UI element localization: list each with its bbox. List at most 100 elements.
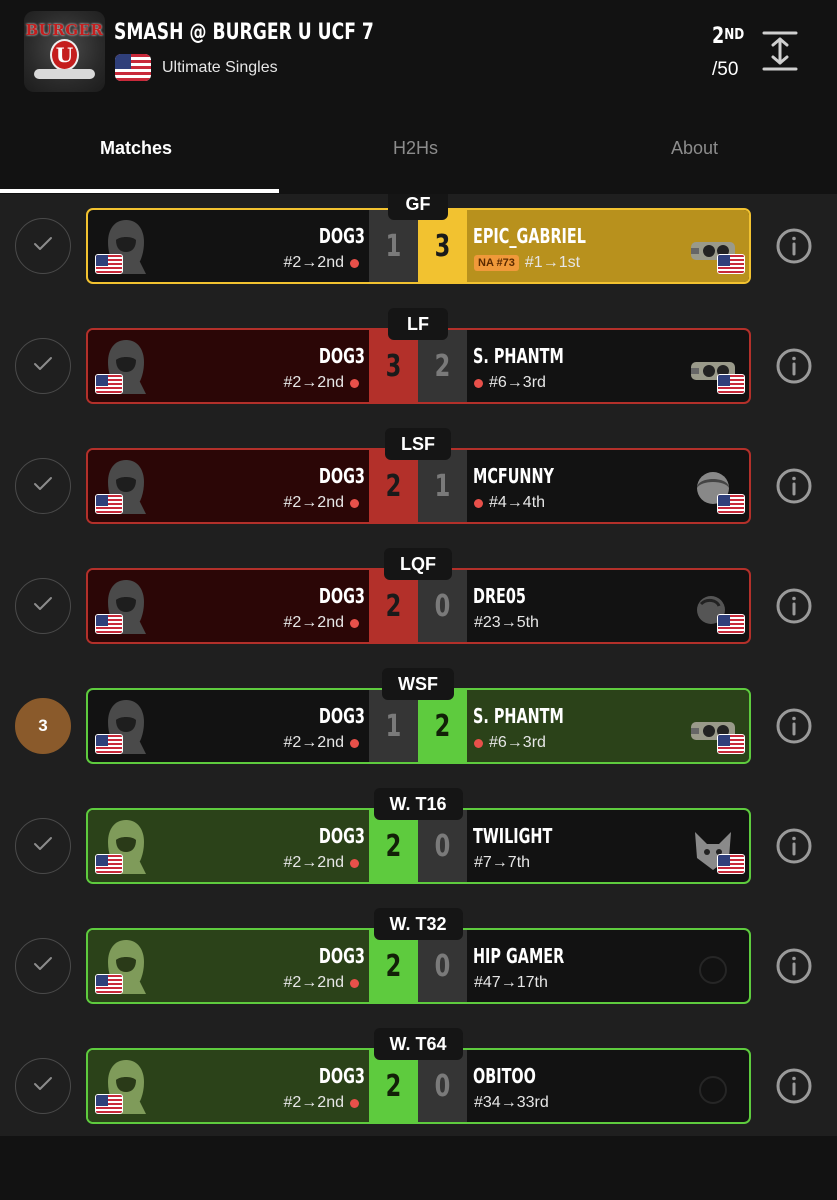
status-dot: [350, 498, 359, 508]
us-flag-icon: [95, 854, 123, 874]
match-row[interactable]: 2 0 DOG3 #2→2nd OBITOO #34→33rd W. T64: [0, 1028, 837, 1136]
right-seed-text: #6→3rd: [489, 734, 546, 751]
right-seed-text: #1→1st: [524, 254, 581, 271]
right-player-name[interactable]: S. PHANTM: [473, 344, 564, 368]
info-icon[interactable]: [775, 707, 813, 745]
left-score: 2: [369, 930, 418, 1002]
tournament-title[interactable]: SMASH @ BURGER U UCF 7: [114, 20, 374, 45]
right-player-name[interactable]: S. PHANTM: [473, 704, 564, 728]
status-dot: [350, 258, 359, 268]
left-seed-text: #2→2nd: [283, 854, 345, 871]
right-score-value: 3: [434, 228, 451, 264]
placement: 2ND: [712, 24, 744, 49]
left-score: 2: [369, 1050, 418, 1122]
match-complete-check[interactable]: [15, 218, 71, 274]
match-row[interactable]: 2 0 DOG3 #2→2nd DRE05 #23→5th LQF: [0, 548, 837, 674]
match-complete-check[interactable]: [15, 938, 71, 994]
right-player-name[interactable]: OBITOO: [473, 1064, 536, 1088]
left-score-value: 2: [385, 588, 402, 624]
round-label: LQF: [384, 548, 452, 580]
tab-about[interactable]: About: [671, 138, 718, 159]
us-flag-icon: [95, 1094, 123, 1114]
round-label: GF: [388, 194, 448, 220]
left-player-name[interactable]: DOG3: [319, 1064, 365, 1088]
entrant-total: /50: [712, 59, 739, 80]
match-row[interactable]: 3 2 DOG3 #2→2nd S. PHANTM #6→3rd LF: [0, 308, 837, 434]
round-label: LSF: [385, 428, 451, 460]
us-flag-icon: [95, 374, 123, 394]
match-row[interactable]: 2 0 DOG3 #2→2nd HIP GAMER #47→17th W. T32: [0, 908, 837, 1034]
left-score: 1: [369, 690, 418, 762]
info-icon[interactable]: [775, 947, 813, 985]
match-complete-check[interactable]: [15, 1058, 71, 1114]
info-icon[interactable]: [775, 467, 813, 505]
placement-number: 2: [712, 24, 725, 49]
expand-icon[interactable]: [762, 30, 798, 72]
right-score: 0: [418, 570, 467, 642]
check-icon: [32, 955, 54, 978]
info-icon[interactable]: [775, 347, 813, 385]
us-flag-icon: [95, 974, 123, 994]
us-flag-icon: [717, 854, 745, 874]
right-player-name[interactable]: MCFUNNY: [473, 464, 554, 488]
left-score-value: 2: [385, 1068, 402, 1104]
us-flag-icon: [115, 54, 151, 81]
left-seed: #2→2nd: [284, 734, 359, 752]
left-player-name[interactable]: DOG3: [319, 224, 365, 248]
us-flag-icon: [717, 494, 745, 514]
placement-suffix: ND: [724, 25, 745, 43]
info-icon[interactable]: [775, 1067, 813, 1105]
left-score-value: 3: [385, 348, 402, 384]
left-seed-text: #2→2nd: [283, 614, 345, 631]
left-player-name[interactable]: DOG3: [319, 824, 365, 848]
match-complete-check[interactable]: [15, 458, 71, 514]
left-score-value: 2: [385, 468, 402, 504]
right-score: 2: [418, 330, 467, 402]
us-flag-icon: [717, 734, 745, 754]
right-player-name[interactable]: DRE05: [473, 584, 526, 608]
match-status-number[interactable]: 3: [15, 698, 71, 754]
right-score: 0: [418, 930, 467, 1002]
match-list[interactable]: 1 3 DOG3 #2→2nd EPIC_GABRIEL NA #73 #1→1st GF 3 2…: [0, 194, 837, 1136]
round-label: W. T16: [373, 788, 463, 820]
logo-ribbon: [34, 69, 95, 79]
status-dot: [474, 738, 483, 748]
check-icon: [32, 595, 54, 618]
bottom-bar: [0, 1136, 837, 1200]
right-seed-text: #7→7th: [474, 854, 531, 871]
check-icon: [32, 235, 54, 258]
character-icon: [689, 1068, 737, 1112]
left-player-name[interactable]: DOG3: [319, 584, 365, 608]
left-score: 2: [369, 810, 418, 882]
status-dot: [350, 858, 359, 868]
right-player-name[interactable]: HIP GAMER: [473, 944, 564, 968]
match-complete-check[interactable]: [15, 338, 71, 394]
tournament-header: BURGER U SMASH @ BURGER U UCF 7 Ultimate…: [0, 0, 837, 194]
left-seed: #2→2nd: [284, 1094, 359, 1112]
left-player-name[interactable]: DOG3: [319, 704, 365, 728]
left-player-name[interactable]: DOG3: [319, 344, 365, 368]
active-tab-indicator: [0, 189, 279, 193]
character-icon: [689, 948, 737, 992]
match-complete-check[interactable]: [15, 578, 71, 634]
right-player-name[interactable]: TWILIGHT: [473, 824, 552, 848]
tab-h2hs[interactable]: H2Hs: [393, 138, 438, 159]
info-icon[interactable]: [775, 587, 813, 625]
info-icon[interactable]: [775, 827, 813, 865]
match-row[interactable]: 1 3 DOG3 #2→2nd EPIC_GABRIEL NA #73 #1→1st GF: [0, 194, 837, 314]
left-player-name[interactable]: DOG3: [319, 944, 365, 968]
event-name: Ultimate Singles: [162, 59, 278, 76]
info-icon[interactable]: [775, 227, 813, 265]
left-seed-text: #2→2nd: [283, 254, 345, 271]
status-dot: [474, 498, 483, 508]
right-seed-text: #47→17th: [474, 974, 548, 991]
check-icon: [32, 1075, 54, 1098]
right-seed: #34→33rd: [474, 1094, 549, 1112]
left-player-name[interactable]: DOG3: [319, 464, 365, 488]
right-player-name[interactable]: EPIC_GABRIEL: [473, 224, 586, 248]
match-row[interactable]: 3 1 2 DOG3 #2→2nd S. PHANTM #6→3rd WSF: [0, 668, 837, 794]
match-row[interactable]: 2 0 DOG3 #2→2nd TWILIGHT #7→7th W. T16: [0, 788, 837, 914]
match-row[interactable]: 2 1 DOG3 #2→2nd MCFUNNY #4→4th LSF: [0, 428, 837, 554]
match-complete-check[interactable]: [15, 818, 71, 874]
tab-matches[interactable]: Matches: [100, 138, 172, 159]
